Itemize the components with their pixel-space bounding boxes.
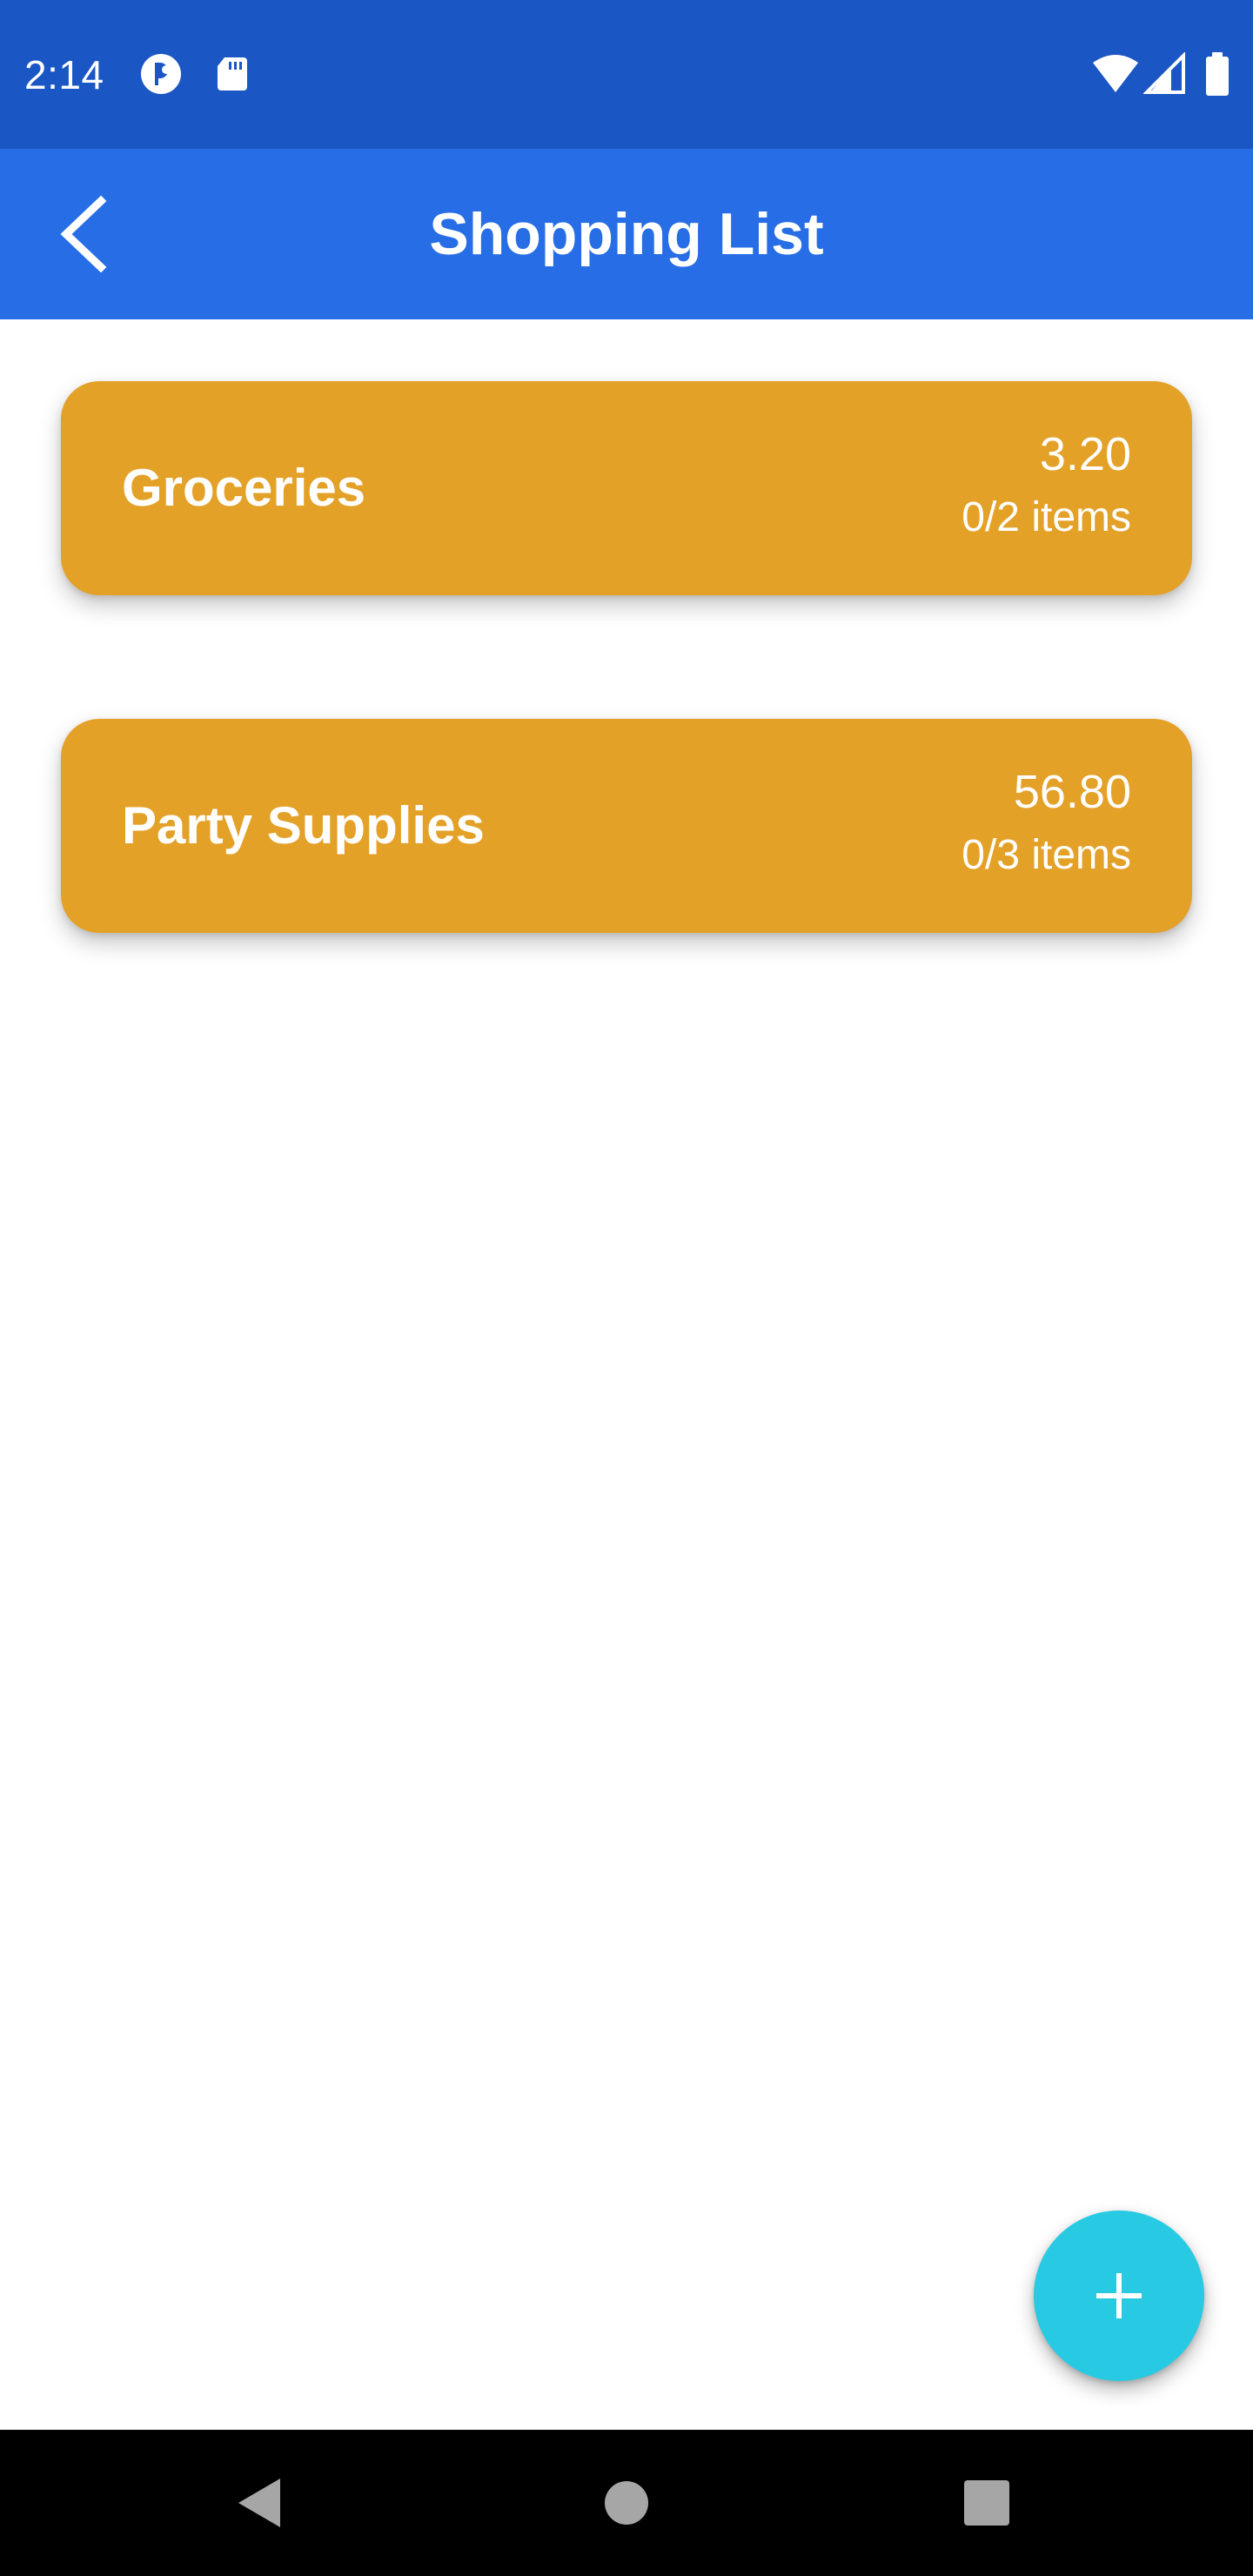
recents-square-icon [964, 2480, 1009, 2526]
list-card-party-supplies[interactable]: Party Supplies 56.80 0/3 items [61, 719, 1192, 933]
privacy-indicator-icon [139, 52, 183, 96]
cell-signal-icon [1143, 52, 1187, 96]
status-bar: 2:14 [0, 0, 1253, 149]
back-triangle-icon [238, 2479, 280, 2527]
app-bar: Shopping List [0, 149, 1253, 319]
list-item-count: 0/2 items [962, 494, 1131, 540]
sd-card-icon [211, 52, 254, 96]
list-item-count: 0/3 items [962, 832, 1131, 878]
list-total: 3.20 [1039, 428, 1131, 480]
system-nav-bar [0, 2430, 1253, 2576]
list-total: 56.80 [1013, 766, 1131, 818]
home-circle-icon [605, 2481, 648, 2525]
wifi-icon [1091, 52, 1140, 96]
nav-home-button[interactable] [592, 2468, 661, 2538]
plus-icon [1096, 2273, 1142, 2318]
shopping-lists: Groceries 3.20 0/2 items Party Supplies … [61, 381, 1192, 1057]
battery-icon [1204, 52, 1230, 96]
page-title: Shopping List [429, 201, 824, 267]
add-list-button[interactable] [1034, 2210, 1204, 2381]
status-time: 2:14 [24, 52, 104, 97]
nav-recents-button[interactable] [952, 2468, 1022, 2538]
list-name: Party Supplies [122, 796, 485, 855]
list-name: Groceries [122, 459, 366, 517]
list-card-groceries[interactable]: Groceries 3.20 0/2 items [61, 381, 1192, 595]
nav-back-button[interactable] [226, 2468, 296, 2538]
